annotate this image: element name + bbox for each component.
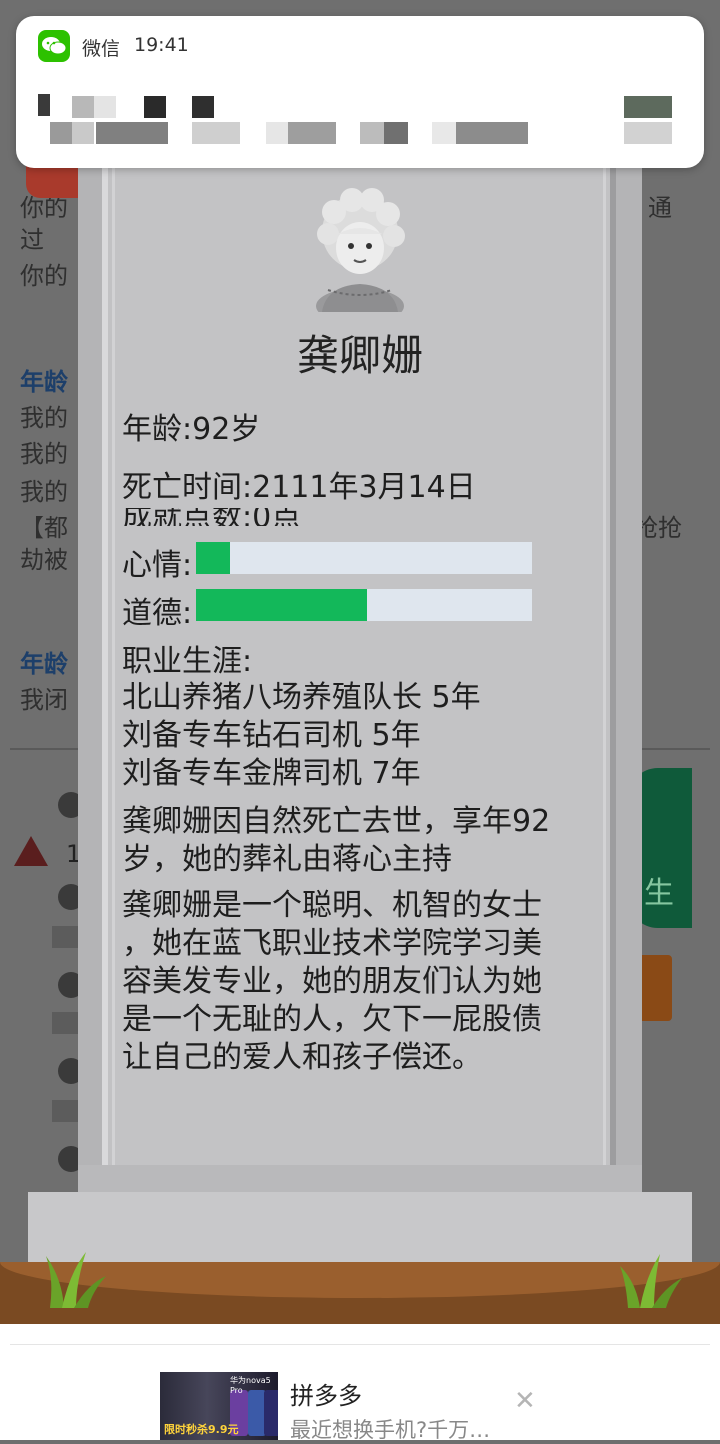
mood-bar <box>196 542 532 574</box>
bg-text-line: 我的 <box>20 440 68 468</box>
moral-bar-fill <box>196 589 368 621</box>
ad-thumbnail[interactable]: 限时秒杀9.9元 华为nova5 Pro <box>160 1372 278 1440</box>
death-date-line: 死亡时间:2111年3月14日 <box>122 470 476 505</box>
wechat-icon <box>38 30 70 62</box>
bg-text-line: 我的 <box>20 404 68 432</box>
age-line: 年龄:92岁 <box>122 412 261 447</box>
ad-title: 拼多多 <box>290 1382 362 1410</box>
bg-text-line: 你的 <box>20 262 68 290</box>
wechat-notification[interactable]: 微信 19:41 <box>16 16 704 168</box>
bg-text-line: 过 <box>20 226 44 254</box>
achievement-clip: 成就点数:0点 <box>112 508 606 526</box>
deceased-name: 龚卿姗 <box>296 331 423 380</box>
moral-bar <box>196 589 532 621</box>
bg-age-label: 年龄 <box>20 650 68 678</box>
close-icon[interactable]: ✕ <box>514 1386 536 1416</box>
death-description: 岁，她的葬礼由蒋心主持 <box>122 842 452 877</box>
elderly-woman-avatar <box>316 188 405 312</box>
achievement-line: 成就点数:0点 <box>122 508 302 526</box>
bg-text-line: 我的 <box>20 478 68 506</box>
moral-label: 道德: <box>122 596 193 631</box>
bio-line: 让自己的爱人和孩子偿还。 <box>122 1040 482 1075</box>
bg-text-line: 【都 <box>20 514 68 542</box>
grass-icon <box>620 1254 682 1308</box>
mood-bar-fill <box>196 542 230 574</box>
warning-icon <box>14 836 48 866</box>
tombstone-base <box>28 1192 692 1270</box>
notification-app-name: 微信 <box>82 38 121 60</box>
notification-time: 19:41 <box>134 34 189 56</box>
bg-text-line: 我闭 <box>20 686 68 714</box>
mood-label: 心情: <box>122 548 193 583</box>
bg-text-line: 通 <box>648 194 672 222</box>
grass-icon <box>46 1252 106 1308</box>
bg-text-line: 劫被 <box>20 546 68 574</box>
ad-thumbnail-tag: 限时秒杀9.9元 <box>164 1423 239 1436</box>
ad-banner[interactable]: 限时秒杀9.9元 华为nova5 Pro 拼多多 最近想换手机?千万… ✕ <box>0 1324 720 1442</box>
divider <box>10 1344 710 1345</box>
ad-thumbnail-label: 华为nova5 Pro <box>230 1376 271 1395</box>
career-item: 刘备专车金牌司机 7年 <box>122 756 421 791</box>
